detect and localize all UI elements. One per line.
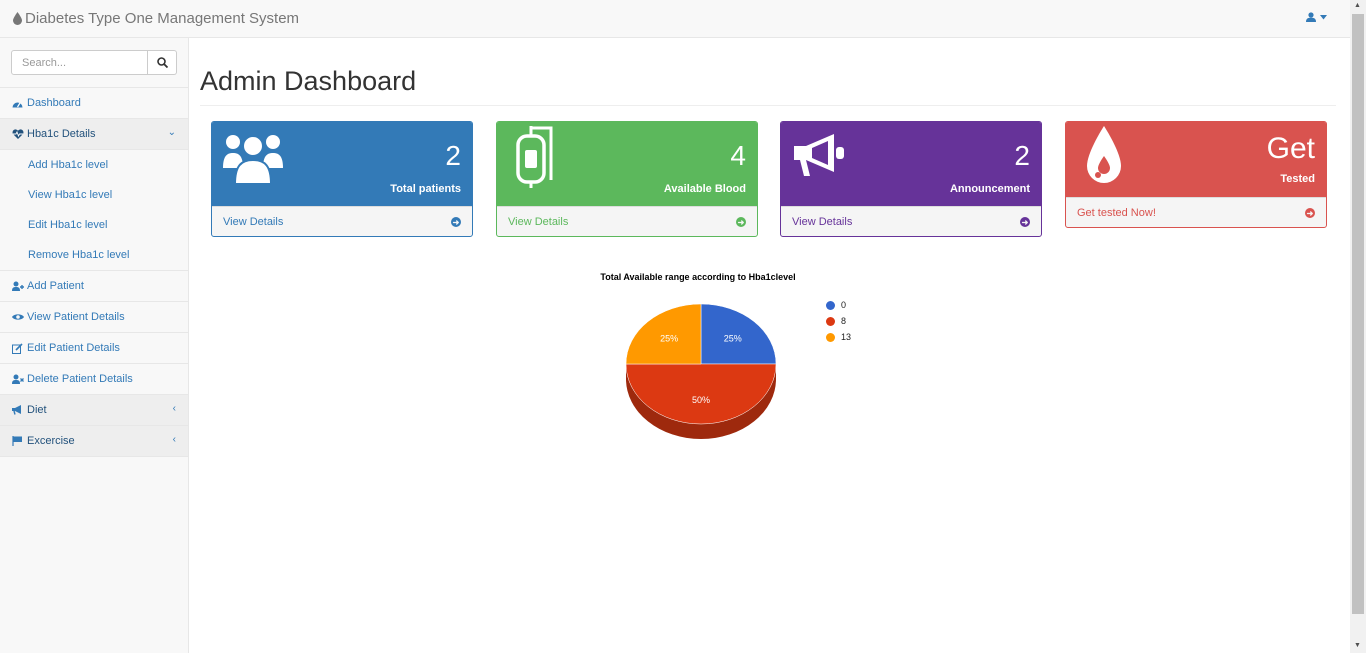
panel-heading: Get Tested	[1066, 122, 1326, 197]
sidebar-item-label: Delete Patient Details	[27, 373, 133, 385]
edit-icon	[12, 342, 25, 354]
announcement-panel: 2 Announcement View Details ➜	[780, 121, 1042, 237]
hba1c-submenu: Add Hba1c level View Hba1c level Edit Hb…	[0, 150, 188, 271]
legend-entry[interactable]: 13	[826, 329, 851, 345]
legend-label: 13	[841, 332, 852, 342]
sidebar-item-view-patient[interactable]: View Patient Details	[0, 302, 188, 333]
sidebar-item-label: Excercise	[27, 435, 75, 447]
user-icon	[1306, 12, 1316, 22]
arrow-circle-right-icon: ➜	[1020, 217, 1030, 227]
panel-heading: 2 Total patients	[212, 122, 472, 206]
chevron-left-icon: ‹	[172, 403, 176, 414]
panel-heading: 2 Announcement	[781, 122, 1041, 206]
scrollbar-thumb[interactable]	[1352, 14, 1364, 614]
legend-entry[interactable]: 8	[826, 313, 851, 329]
sidebar-item-exercise[interactable]: Excercise ‹	[0, 426, 188, 457]
blood-bag-icon	[516, 126, 553, 188]
eye-icon	[12, 313, 25, 321]
announcement-view-details-link[interactable]: View Details ➜	[781, 206, 1041, 236]
bullhorn-icon	[794, 134, 844, 176]
patients-count: 2	[445, 140, 461, 171]
caret-down-icon	[1320, 14, 1327, 19]
search-button[interactable]	[148, 50, 177, 75]
announcement-label: Announcement	[949, 183, 1030, 195]
users-icon	[223, 135, 283, 184]
heartbeat-icon	[12, 129, 25, 139]
sidebar-item-label: Dashboard	[27, 97, 81, 109]
sidebar-item-dashboard[interactable]: Dashboard	[0, 88, 188, 119]
scroll-up-arrow-icon[interactable]: ▲	[1354, 2, 1361, 9]
get-tested-link[interactable]: Get tested Now! ➜	[1066, 197, 1326, 227]
user-plus-icon	[12, 281, 25, 291]
page-title: Admin Dashboard	[200, 66, 417, 96]
tint-icon	[1087, 126, 1121, 183]
dashboard-icon	[12, 99, 25, 108]
arrow-circle-right-icon: ➜	[736, 217, 746, 227]
title-divider	[200, 105, 1336, 106]
footer-label: View Details	[508, 216, 569, 228]
blood-view-details-link[interactable]: View Details ➜	[497, 206, 757, 236]
arrow-circle-right-icon: ➜	[451, 217, 461, 227]
sidebar-subitem-view-hba1c[interactable]: View Hba1c level	[0, 180, 188, 210]
bullhorn-icon	[12, 405, 25, 415]
legend-label: 8	[841, 316, 847, 326]
legend-label: 0	[841, 300, 847, 310]
sidebar-item-hba1c[interactable]: Hba1c Details ⌄	[0, 119, 188, 150]
legend-swatch	[826, 332, 835, 342]
blood-count: 4	[730, 140, 746, 171]
user-times-icon	[12, 374, 25, 384]
search-input[interactable]	[11, 50, 148, 75]
sidebar-item-label: Edit Patient Details	[27, 342, 120, 354]
tint-icon	[13, 12, 22, 25]
sidebar-subitem-edit-hba1c[interactable]: Edit Hba1c level	[0, 210, 188, 240]
sidebar-item-label: View Patient Details	[27, 311, 125, 323]
scrollbar[interactable]: ▲ ▼	[1350, 0, 1366, 653]
chart-title: Total Available range according to Hba1c…	[600, 272, 796, 282]
sidebar-search	[11, 50, 177, 75]
footer-label: View Details	[223, 216, 284, 228]
footer-label: Get tested Now!	[1077, 207, 1156, 219]
app-brand[interactable]: Diabetes Type One Management System	[13, 10, 299, 27]
sidebar-item-label: Hba1c Details	[27, 128, 96, 140]
sidebar-item-delete-patient[interactable]: Delete Patient Details	[0, 364, 188, 395]
get-tested-panel: Get Tested Get tested Now! ➜	[1065, 121, 1327, 228]
legend-swatch	[826, 316, 835, 326]
app-title: Diabetes Type One Management System	[25, 10, 300, 27]
pie-slice-label: 50%	[692, 395, 710, 405]
sidebar-subitem-remove-hba1c[interactable]: Remove Hba1c level	[0, 240, 188, 270]
sidebar-item-diet[interactable]: Diet ‹	[0, 395, 188, 426]
sidebar-menu: Dashboard Hba1c Details ⌄ Add Hba1c leve…	[0, 87, 188, 457]
panel-heading: 4 Available Blood	[497, 122, 757, 206]
sidebar-item-label: Diet	[27, 404, 47, 416]
chevron-left-icon: ‹	[172, 434, 176, 445]
top-navbar: Diabetes Type One Management System	[0, 0, 1350, 38]
sidebar-item-add-patient[interactable]: Add Patient	[0, 271, 188, 302]
arrow-circle-right-icon: ➜	[1305, 208, 1315, 218]
sidebar-item-edit-patient[interactable]: Edit Patient Details	[0, 333, 188, 364]
flag-icon	[12, 436, 25, 446]
blood-label: Available Blood	[663, 183, 746, 195]
announcement-count: 2	[1014, 140, 1030, 171]
sidebar-subitem-add-hba1c[interactable]: Add Hba1c level	[0, 150, 188, 180]
patients-view-details-link[interactable]: View Details ➜	[212, 206, 472, 236]
available-blood-panel: 4 Available Blood View Details ➜	[496, 121, 758, 237]
search-icon	[156, 57, 168, 68]
total-patients-panel: 2 Total patients View Details ➜	[211, 121, 473, 237]
tested-label: Tested	[1280, 173, 1315, 185]
user-dropdown[interactable]	[1306, 12, 1327, 22]
footer-label: View Details	[792, 216, 853, 228]
chevron-down-icon: ⌄	[167, 127, 176, 138]
sidebar: Dashboard Hba1c Details ⌄ Add Hba1c leve…	[0, 38, 189, 653]
pie-slice-label: 25%	[660, 334, 678, 344]
scroll-down-arrow-icon[interactable]: ▼	[1354, 642, 1361, 649]
patients-label: Total patients	[390, 183, 461, 195]
tested-count: Get	[1266, 132, 1315, 165]
pie-chart: 25% 50% 25%	[625, 303, 777, 439]
pie-slice-label: 25%	[724, 334, 742, 344]
chart-legend: 0 8 13	[826, 297, 851, 345]
legend-swatch	[826, 300, 835, 310]
legend-entry[interactable]: 0	[826, 297, 851, 313]
sidebar-item-label: Add Patient	[27, 280, 84, 292]
